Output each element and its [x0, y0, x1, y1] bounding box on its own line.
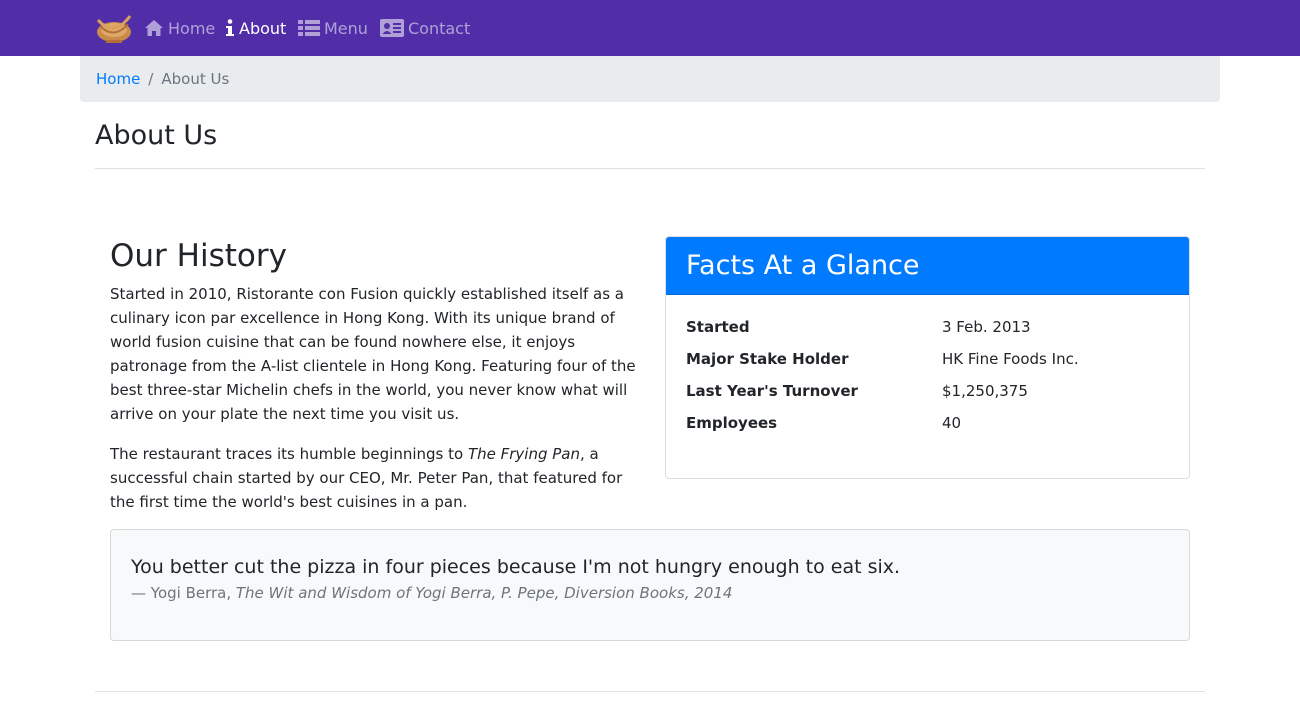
fact-label: Started	[686, 318, 750, 336]
fact-value: HK Fine Foods Inc.	[942, 350, 1079, 368]
quote-source: The Wit and Wisdom of Yogi Berra, P. Pep…	[235, 584, 733, 602]
fact-value: 40	[942, 414, 962, 432]
nav-contact-label: Contact	[408, 18, 471, 38]
info-icon	[226, 19, 234, 36]
fact-row-employees: Employees 40	[686, 411, 1176, 435]
nav-home-label: Home	[168, 18, 216, 38]
history-p2-start: The restaurant traces its humble beginni…	[110, 445, 468, 463]
breadcrumb: Home / About Us	[80, 56, 1220, 102]
fact-label: Last Year's Turnover	[686, 382, 858, 400]
nav-about-link[interactable]: About	[225, 16, 286, 40]
nav-home-link[interactable]: Home	[144, 16, 215, 40]
nav-about-label: About	[239, 18, 287, 38]
quote-text: You better cut the pizza in four pieces …	[131, 556, 901, 578]
facts-card: Facts At a Glance Started 3 Feb. 2013 Ma…	[665, 236, 1190, 479]
navbar: Home About Menu Contact	[0, 0, 1300, 56]
fact-value: 3 Feb. 2013	[942, 318, 1031, 336]
fact-label: Employees	[686, 414, 778, 432]
history-paragraph-2: The restaurant traces its humble beginni…	[110, 442, 640, 514]
facts-card-header: Facts At a Glance	[666, 237, 1189, 295]
quote-footer: — Yogi Berra, The Wit and Wisdom of Yogi…	[131, 583, 732, 603]
breadcrumb-current: About Us	[161, 70, 230, 88]
history-paragraph-1: Started in 2010, Ristorante con Fusion q…	[110, 285, 636, 423]
restaurant-logo[interactable]	[94, 10, 134, 46]
breadcrumb-home-link[interactable]: Home	[96, 70, 140, 88]
nav-menu-link[interactable]: Menu	[298, 16, 368, 40]
fact-row-stake-holder: Major Stake Holder HK Fine Foods Inc.	[686, 347, 1176, 371]
fact-label: Major Stake Holder	[686, 350, 849, 368]
page-title: About Us	[95, 120, 218, 151]
nav-menu-label: Menu	[324, 18, 368, 38]
history-heading: Our History	[110, 238, 287, 274]
quote-blockquote: You better cut the pizza in four pieces …	[110, 529, 1190, 641]
fact-row-turnover: Last Year's Turnover $1,250,375	[686, 379, 1176, 403]
fact-row-started: Started 3 Feb. 2013	[686, 315, 1176, 339]
nav-contact-link[interactable]: Contact	[380, 16, 470, 40]
home-icon	[145, 20, 163, 36]
divider	[95, 168, 1205, 169]
breadcrumb-separator: /	[148, 70, 154, 88]
list-icon	[298, 20, 320, 36]
address-card-icon	[380, 19, 404, 37]
fact-value: $1,250,375	[942, 382, 1028, 400]
quote-author: — Yogi Berra,	[131, 584, 236, 602]
divider	[95, 691, 1205, 692]
history-p2-emphasis: The Frying Pan	[467, 445, 580, 463]
